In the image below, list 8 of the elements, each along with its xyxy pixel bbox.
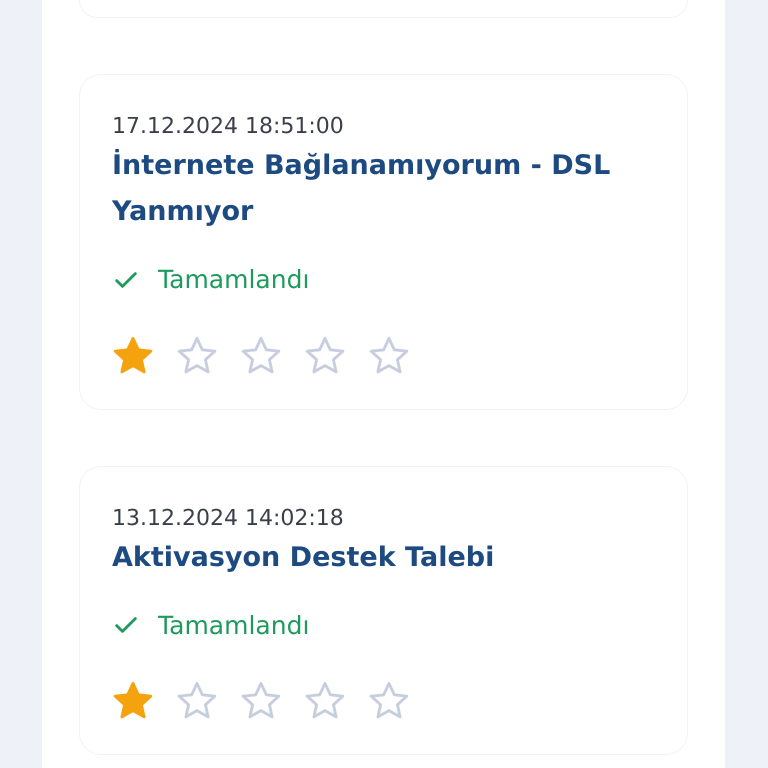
- ticket-title: İnternete Bağlanamıyorum - DSL Yanmıyor: [112, 148, 612, 229]
- ticket-card[interactable]: 13.12.2024 14:02:18 Aktivasyon Destek Talebi Tamamlandı: [79, 466, 688, 755]
- ticket-title: Aktivasyon Destek Talebi: [112, 540, 496, 574]
- ticket-date: 13.12.2024 14:02:18: [112, 504, 345, 532]
- status-label: Tamamlandı: [158, 610, 310, 642]
- ticket-card[interactable]: 17.12.2024 18:51:00 İnternete Bağlanamıyorum - DSL Yanmıyor Tamamlandı: [79, 74, 688, 410]
- ticket-date: 17.12.2024 18:51:00: [112, 113, 345, 141]
- status-label: Tamamlandı: [158, 264, 310, 296]
